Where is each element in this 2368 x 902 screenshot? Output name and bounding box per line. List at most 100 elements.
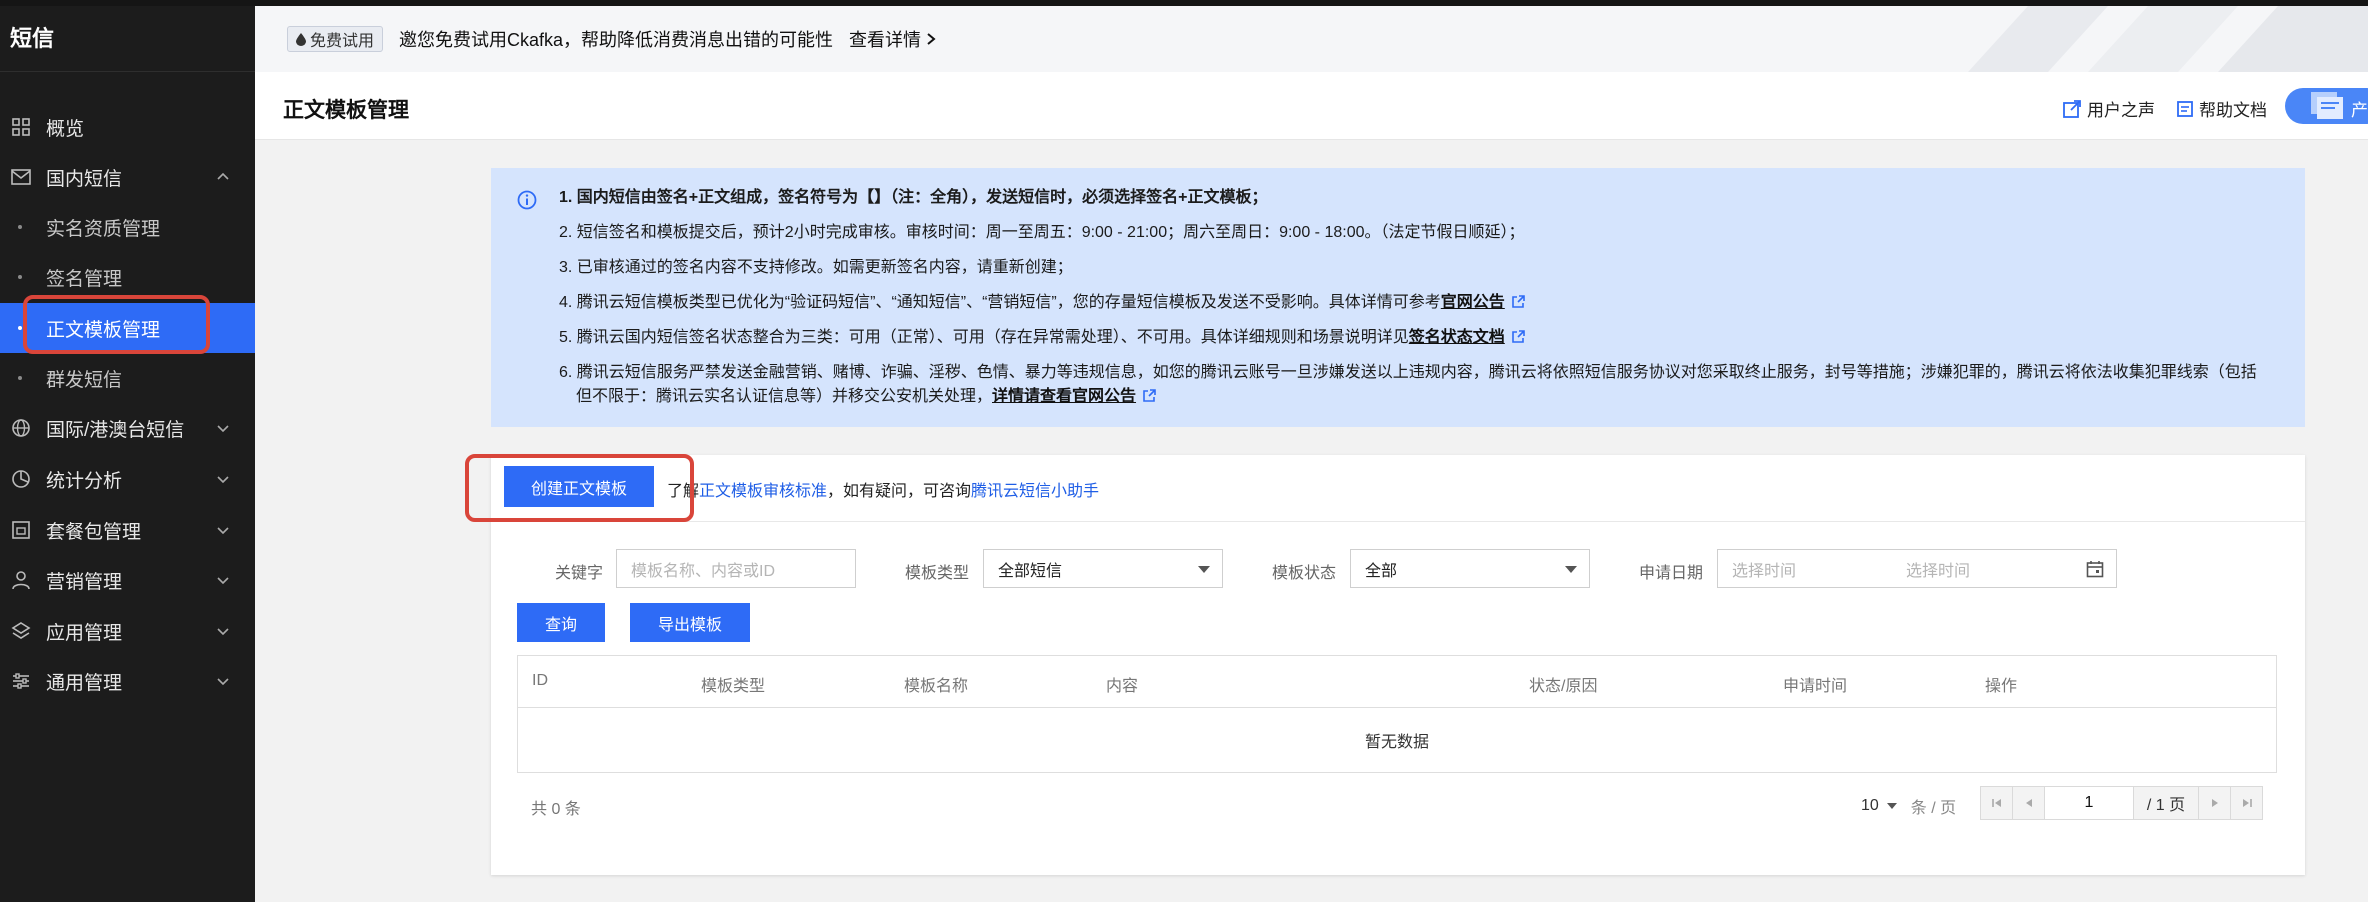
column-header-content: 内容 xyxy=(1106,678,1139,695)
table-header: ID 模板类型 模板名称 内容 状态/原因 申请时间 操作 xyxy=(518,656,2276,708)
document-icon xyxy=(2177,100,2193,117)
review-standard-link[interactable]: 正文模板审核标准 xyxy=(699,483,827,500)
keyword-label: 关键字 xyxy=(555,565,604,582)
chevron-down-icon xyxy=(217,577,229,585)
page-number-input[interactable]: 1 xyxy=(2044,786,2134,820)
page-title: 正文模板管理 xyxy=(283,99,409,122)
banner-more-link[interactable]: 查看详情 xyxy=(849,26,937,52)
notice-item: 2. 短信签名和模板提交后，预计2小时完成审核。审核时间：周一至周五：9:00 … xyxy=(559,224,1525,241)
caret-down-icon xyxy=(1565,566,1577,573)
sidebar-item-statistics[interactable]: 统计分析 xyxy=(0,454,255,504)
notice-list: 1. 国内短信由签名+正文组成，签名符号为【】（注：全角），发送短信时，必须选择… xyxy=(559,186,2269,420)
page-header: 正文模板管理 用户之声 帮助文档 产 xyxy=(255,72,2368,140)
sidebar-item-label: 通用管理 xyxy=(46,672,123,694)
bullet-icon xyxy=(18,326,22,330)
calendar-icon xyxy=(2086,561,2104,578)
sidebar-item-marketing[interactable]: 营销管理 xyxy=(0,555,255,605)
page-size-value: 10 xyxy=(1861,797,1879,814)
official-notice-link[interactable]: 官网公告 xyxy=(1441,294,1505,311)
template-panel: 创建正文模板 了解正文模板审核标准，如有疑问，可咨询腾讯云短信小助手 关键字 模… xyxy=(491,455,2305,875)
external-edit-icon xyxy=(2063,99,2081,118)
column-header-id: ID xyxy=(532,672,548,689)
pie-chart-icon xyxy=(10,468,32,490)
toolbar-tip: 了解正文模板审核标准，如有疑问，可咨询腾讯云短信小助手 xyxy=(667,483,1100,500)
query-button[interactable]: 查询 xyxy=(517,603,605,642)
sms-assistant-link[interactable]: 腾讯云短信小助手 xyxy=(971,483,1099,500)
apply-date-label: 申请日期 xyxy=(1639,565,1704,582)
sidebar-item-apps[interactable]: 应用管理 xyxy=(0,606,255,656)
chevron-down-icon xyxy=(217,628,229,636)
caret-down-icon xyxy=(1198,566,1210,573)
sidebar-item-overview[interactable]: 概览 xyxy=(0,102,255,152)
sidebar-item-signature[interactable]: 签名管理 xyxy=(0,252,255,302)
sidebar-item-bulk-sms[interactable]: 群发短信 xyxy=(0,353,255,403)
notice-item: 4. 腾讯云短信模板类型已优化为“验证码短信”、“通知短信”、“营销短信”，您的… xyxy=(559,291,2269,315)
feedback-label: 用户之声 xyxy=(2087,101,2155,120)
bullet-icon xyxy=(18,376,22,380)
date-range-picker[interactable]: 选择时间 选择时间 xyxy=(1717,549,2117,588)
sliders-icon xyxy=(10,670,32,692)
product-pill-button[interactable]: 产 xyxy=(2285,88,2368,124)
keyword-input[interactable]: 模板名称、内容或ID xyxy=(616,549,856,588)
sidebar-item-template[interactable]: 正文模板管理 xyxy=(0,303,255,353)
bullet-icon xyxy=(18,275,22,279)
prev-page-button[interactable] xyxy=(2012,786,2045,820)
next-page-button[interactable] xyxy=(2198,786,2231,820)
globe-icon xyxy=(10,417,32,439)
sidebar-item-label: 正文模板管理 xyxy=(46,319,161,341)
next-page-icon xyxy=(2211,799,2218,807)
notice-box: 1. 国内短信由签名+正文组成，签名符号为【】（注：全角），发送短信时，必须选择… xyxy=(491,168,2305,427)
date-end-input[interactable]: 选择时间 xyxy=(1906,557,1970,581)
date-start-input[interactable]: 选择时间 xyxy=(1732,557,1796,581)
sidebar-item-label: 应用管理 xyxy=(46,622,123,644)
external-link-icon xyxy=(1143,389,1156,402)
sidebar-item-realname[interactable]: 实名资质管理 xyxy=(0,202,255,252)
mail-icon xyxy=(10,166,32,188)
promo-banner: 免费试用 邀您免费试用Ckafka，帮助降低消费消息出错的可能性 查看详情 xyxy=(255,6,2368,72)
column-header-actions: 操作 xyxy=(1985,678,2018,695)
package-icon xyxy=(10,519,32,541)
export-template-button[interactable]: 导出模板 xyxy=(630,603,750,642)
template-status-value: 全部 xyxy=(1365,562,1398,580)
signature-status-doc-link[interactable]: 签名状态文档 xyxy=(1409,329,1505,346)
chevron-up-icon xyxy=(217,172,229,180)
notice-item: 3. 已审核通过的签名内容不支持修改。如需更新签名内容，请重新创建； xyxy=(559,259,1073,276)
help-docs-label: 帮助文档 xyxy=(2199,101,2267,120)
caret-down-icon xyxy=(1886,803,1897,809)
template-type-value: 全部短信 xyxy=(998,562,1063,580)
free-trial-badge[interactable]: 免费试用 xyxy=(287,26,384,52)
notice-item: 1. 国内短信由签名+正文组成，签名符号为【】（注：全角），发送短信时，必须选择… xyxy=(559,189,1268,206)
total-pages: / 1 页 xyxy=(2133,786,2199,820)
chevron-right-icon xyxy=(927,33,936,45)
notice-item: 5. 腾讯云国内短信签名状态整合为三类：可用（正常）、可用（存在异常需处理）、不… xyxy=(559,326,2269,350)
template-table: ID 模板类型 模板名称 内容 状态/原因 申请时间 操作 暂无数据 xyxy=(517,655,2277,773)
sidebar-item-general[interactable]: 通用管理 xyxy=(0,656,255,706)
info-icon xyxy=(517,190,537,210)
last-page-button[interactable] xyxy=(2230,786,2263,820)
app-title: 短信 xyxy=(0,6,255,72)
detail-official-notice-link[interactable]: 详情请查看官网公告 xyxy=(992,388,1136,405)
sidebar-item-label: 营销管理 xyxy=(46,571,123,593)
notice-item: 6. 腾讯云短信服务严禁发送金融营销、赌博、诈骗、淫秽、色情、暴力等违规信息，如… xyxy=(559,364,2257,405)
sidebar: 短信 概览 国内短信 实名资质管理 签名管理 正文模板管理 群发短信 国际/港澳… xyxy=(0,6,255,902)
last-page-icon xyxy=(2242,799,2252,807)
external-link-icon xyxy=(1511,295,1525,308)
help-docs-link[interactable]: 帮助文档 xyxy=(2177,96,2267,121)
template-status-select[interactable]: 全部 xyxy=(1350,549,1590,588)
chevron-down-icon xyxy=(217,527,229,535)
column-header-type: 模板类型 xyxy=(701,678,766,695)
column-header-status: 状态/原因 xyxy=(1529,678,1598,695)
template-status-label: 模板状态 xyxy=(1272,565,1337,582)
sidebar-item-domestic-sms[interactable]: 国内短信 xyxy=(0,152,255,202)
sidebar-item-international[interactable]: 国际/港澳台短信 xyxy=(0,403,255,453)
page-size-unit: 条 / 页 xyxy=(1910,800,1957,817)
column-header-name: 模板名称 xyxy=(904,678,969,695)
pagination: 1 / 1 页 xyxy=(1980,786,2263,820)
page-size-select[interactable]: 10 条 / 页 xyxy=(1861,794,1956,818)
product-pill-label: 产 xyxy=(2351,101,2368,120)
sidebar-item-package[interactable]: 套餐包管理 xyxy=(0,505,255,555)
create-template-button[interactable]: 创建正文模板 xyxy=(504,466,654,507)
template-type-select[interactable]: 全部短信 xyxy=(983,549,1223,588)
first-page-button[interactable] xyxy=(1980,786,2013,820)
feedback-link[interactable]: 用户之声 xyxy=(2063,96,2155,121)
